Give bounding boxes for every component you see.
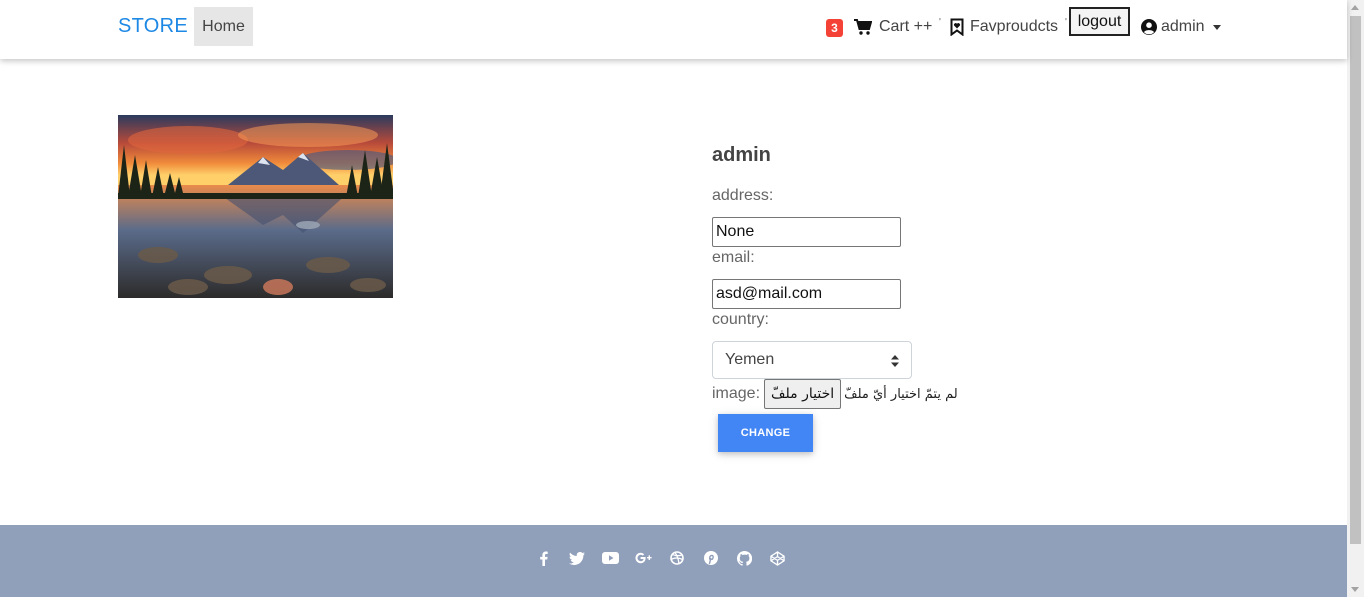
page-scrollbar[interactable] [1347, 0, 1364, 597]
email-label: email: [712, 249, 755, 266]
brand-logo[interactable]: STORE [118, 15, 188, 38]
cart-link[interactable]: Cart ++ [854, 16, 932, 38]
file-status-text: لم يتمّ اختيار أيّ ملفّ [844, 386, 958, 402]
favorites-link[interactable]: Favproudcts [950, 16, 1058, 38]
user-menu[interactable]: admin [1141, 16, 1221, 38]
bookmark-heart-icon [950, 18, 964, 36]
scrollbar-thumb[interactable] [1350, 16, 1361, 544]
cart-count-badge: 3 [826, 19, 843, 37]
address-input[interactable]: None [712, 217, 901, 247]
google-plus-icon[interactable] [634, 549, 653, 567]
nav-home-link[interactable]: Home [194, 7, 253, 46]
facebook-icon[interactable] [534, 549, 552, 567]
footer [0, 525, 1347, 597]
profile-image [118, 115, 393, 298]
change-button[interactable]: CHANGE [718, 414, 813, 452]
navbar: STORE Home 3 Cart ++ ' Favproudcts ' log… [0, 0, 1347, 59]
pinterest-icon[interactable] [702, 549, 720, 567]
shopping-cart-icon [854, 19, 872, 35]
favorites-label: Favproudcts [970, 18, 1059, 35]
codepen-icon[interactable] [769, 549, 787, 567]
address-label: address: [712, 187, 774, 204]
email-input[interactable]: asd@mail.com [712, 279, 901, 309]
twitter-icon[interactable] [568, 549, 586, 567]
scroll-up-icon[interactable] [1351, 5, 1359, 10]
nav-separator: ' [939, 17, 941, 28]
nav-separator: ' [1065, 17, 1067, 28]
country-select[interactable]: Yemen [712, 341, 912, 379]
image-label: image: [712, 385, 761, 402]
youtube-icon[interactable] [601, 549, 619, 567]
choose-file-button[interactable]: اختيار ملفّ [764, 379, 842, 409]
select-arrows-icon [891, 355, 899, 367]
country-label: country: [712, 311, 769, 328]
github-icon[interactable] [735, 549, 753, 567]
image-upload-row: image: اختيار ملفّ لم يتمّ اختيار أيّ مل… [712, 379, 958, 409]
chevron-down-icon [1212, 24, 1221, 30]
profile-username: admin [712, 144, 771, 166]
user-menu-label: admin [1161, 18, 1205, 35]
logout-button[interactable]: logout [1069, 7, 1130, 36]
cart-label: Cart ++ [879, 18, 933, 35]
dribbble-icon[interactable] [668, 549, 686, 567]
social-links [534, 549, 802, 567]
user-circle-icon [1141, 19, 1157, 35]
scroll-down-icon[interactable] [1351, 587, 1359, 592]
country-select-value: Yemen [725, 351, 775, 368]
